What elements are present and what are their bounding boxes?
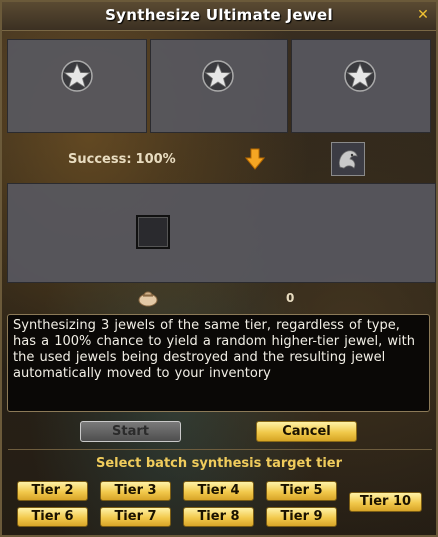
tier-4-button[interactable]: Tier 4 bbox=[183, 481, 254, 501]
down-arrow-icon bbox=[245, 148, 265, 170]
tier-3-button[interactable]: Tier 3 bbox=[100, 481, 171, 501]
star-jewel-icon bbox=[202, 60, 234, 92]
result-panel bbox=[7, 183, 436, 283]
tier-5-button[interactable]: Tier 5 bbox=[266, 481, 337, 501]
start-button[interactable]: Start bbox=[80, 421, 181, 442]
dragon-emblem-icon[interactable] bbox=[331, 142, 365, 176]
currency-amount: 0 bbox=[286, 291, 295, 305]
result-slot[interactable] bbox=[136, 215, 170, 249]
coin-pouch-icon bbox=[138, 291, 158, 307]
tier-2-button[interactable]: Tier 2 bbox=[17, 481, 88, 501]
success-label: Success: bbox=[68, 152, 132, 167]
description-text: Synthesizing 3 jewels of the same tier, … bbox=[7, 314, 430, 412]
tier-7-button[interactable]: Tier 7 bbox=[100, 507, 171, 527]
success-rate: Success: 100% bbox=[68, 152, 176, 167]
star-jewel-icon bbox=[344, 60, 376, 92]
title-bar[interactable]: Synthesize Ultimate Jewel ✕ bbox=[2, 2, 436, 31]
tier-8-button[interactable]: Tier 8 bbox=[183, 507, 254, 527]
success-value: 100% bbox=[135, 152, 176, 167]
synthesize-window: Synthesize Ultimate Jewel ✕ Success: 100%… bbox=[0, 0, 438, 537]
close-icon[interactable]: ✕ bbox=[416, 8, 430, 22]
tier-6-button[interactable]: Tier 6 bbox=[17, 507, 88, 527]
tier-10-button[interactable]: Tier 10 bbox=[349, 492, 422, 512]
tier-9-button[interactable]: Tier 9 bbox=[266, 507, 337, 527]
divider bbox=[8, 449, 432, 450]
cancel-button[interactable]: Cancel bbox=[256, 421, 357, 442]
star-jewel-icon bbox=[61, 60, 93, 92]
batch-tier-label: Select batch synthesis target tier bbox=[95, 456, 343, 471]
window-title: Synthesize Ultimate Jewel bbox=[105, 6, 333, 24]
